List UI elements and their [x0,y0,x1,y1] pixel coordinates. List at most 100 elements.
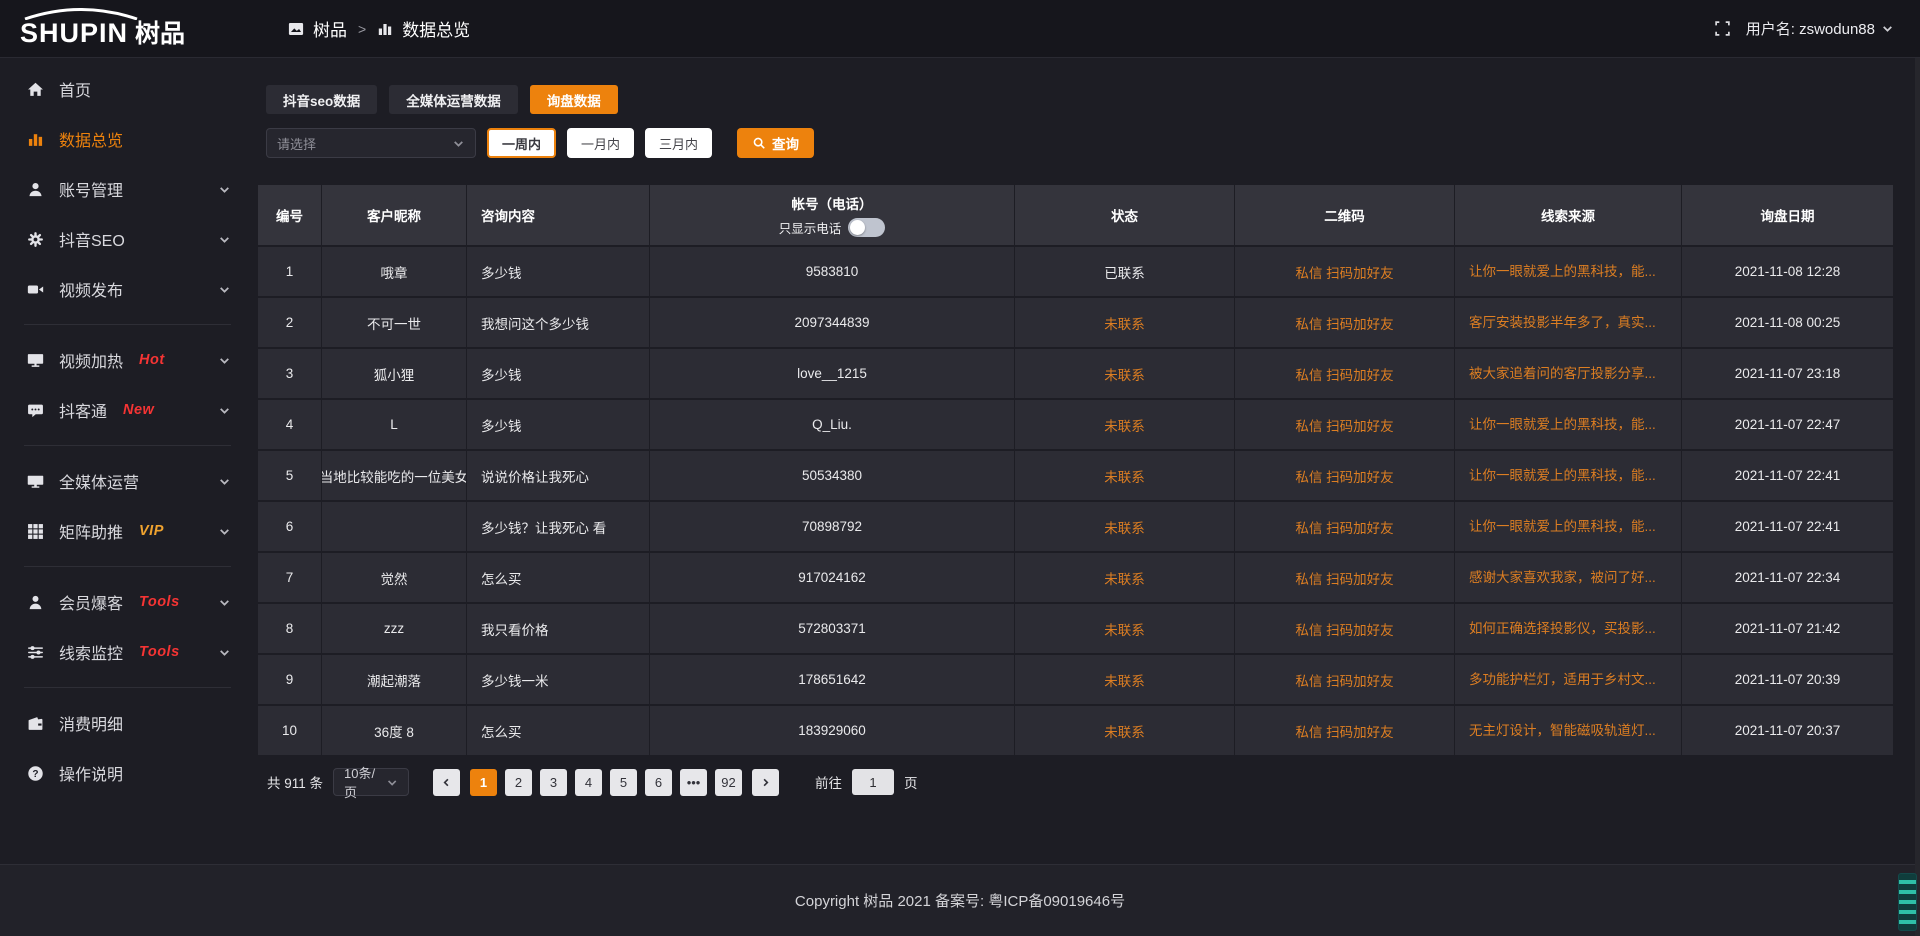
cell-source[interactable]: 让你一眼就爱上的黑科技，能... [1455,502,1682,551]
cell-source[interactable]: 让你一眼就爱上的黑科技，能... [1455,400,1682,449]
page-button-5[interactable]: 5 [610,769,637,796]
cell-nickname: 狐小狸 [322,349,467,398]
sidebar-item-media-operation[interactable]: 全媒体运营 [0,456,255,506]
page-button-2[interactable]: 2 [505,769,532,796]
question-icon: ? [27,765,44,782]
page-size-select[interactable]: 10条/页 [333,768,409,796]
cell-content: 说说价格让我死心 [467,451,650,500]
sidebar-item-matrix-boost[interactable]: 矩阵助推VIP [0,506,255,556]
page-button-6[interactable]: 6 [645,769,672,796]
col-header-content: 咨询内容 [467,185,650,245]
cell-source[interactable]: 无主灯设计，智能磁吸轨道灯... [1455,706,1682,755]
phone-toggle-label: 只显示电话 [779,218,842,237]
cell-date: 2021-11-07 22:41 [1682,451,1893,500]
sidebar-item-badge: Tools [139,594,180,610]
chevron-down-icon [452,137,465,150]
filter-select[interactable]: 请选择 [266,128,476,158]
cell-qrcode[interactable]: 私信 扫码加好友 [1235,349,1455,398]
cell-source[interactable]: 感谢大家喜欢我家，被问了好... [1455,553,1682,602]
sidebar-item-video-publish[interactable]: 视频发布 [0,264,255,314]
sidebar-item-label: 线索监控 [59,640,123,664]
breadcrumb-root[interactable]: 树品 [313,16,347,41]
table-row: 8zzz我只看价格572803371未联系私信 扫码加好友如何正确选择投影仪，买… [258,602,1893,653]
cell-date: 2021-11-07 21:42 [1682,604,1893,653]
col-header-id: 编号 [258,185,322,245]
page-ellipsis[interactable]: ••• [680,769,707,796]
goto-page-input[interactable] [852,769,894,795]
cell-account: 572803371 [650,604,1015,653]
cell-nickname: 觉然 [322,553,467,602]
tab-douyin-seo-data[interactable]: 抖音seo数据 [266,85,377,114]
cell-source[interactable]: 客厅安装投影半年多了，真实... [1455,298,1682,347]
cell-content: 怎么买 [467,706,650,755]
logo[interactable]: SHUPIN 树品 [0,10,255,47]
user-icon [27,181,44,198]
table-row: 5当地比较能吃的一位美女说说价格让我死心50534380未联系私信 扫码加好友让… [258,449,1893,500]
page-size-value: 10条/页 [344,763,386,801]
search-button[interactable]: 查询 [737,128,814,158]
cell-qrcode[interactable]: 私信 扫码加好友 [1235,247,1455,296]
sidebar-item-lead-monitor[interactable]: 线索监控Tools [0,627,255,677]
cell-qrcode[interactable]: 私信 扫码加好友 [1235,298,1455,347]
cell-source[interactable]: 让你一眼就爱上的黑科技，能... [1455,451,1682,500]
sidebar-item-douyin-seo[interactable]: 抖音SEO [0,214,255,264]
sidebar-item-help[interactable]: ?操作说明 [0,748,255,798]
cell-qrcode[interactable]: 私信 扫码加好友 [1235,400,1455,449]
cell-nickname: 不可一世 [322,298,467,347]
prev-page-button[interactable] [433,769,460,796]
page-button-3[interactable]: 3 [540,769,567,796]
page-button-92[interactable]: 92 [715,769,742,796]
user-menu[interactable]: 用户名: zswodun88 [1746,18,1894,39]
cell-qrcode[interactable]: 私信 扫码加好友 [1235,451,1455,500]
period-button-0[interactable]: 一周内 [487,128,556,158]
table-header: 编号 客户昵称 咨询内容 帐号（电话） 只显示电话 状态 二维码 线索来源 询盘… [258,185,1893,245]
sidebar-item-data-overview[interactable]: 数据总览 [0,114,255,164]
cell-source[interactable]: 如何正确选择投影仪，买投影... [1455,604,1682,653]
cell-source[interactable]: 被大家追着问的客厅投影分享... [1455,349,1682,398]
sidebar-item-account-manage[interactable]: 账号管理 [0,164,255,214]
cell-qrcode[interactable]: 私信 扫码加好友 [1235,553,1455,602]
phone-only-toggle[interactable] [848,218,885,237]
sidebar-item-member-baoke[interactable]: 会员爆客Tools [0,577,255,627]
chevron-down-icon [218,525,231,538]
sidebar-item-consume-detail[interactable]: 消费明细 [0,698,255,748]
tab-inquiry-data[interactable]: 询盘数据 [530,85,618,114]
wallet-icon [27,715,44,732]
table-row: 1036度 8怎么买183929060未联系私信 扫码加好友无主灯设计，智能磁吸… [258,704,1893,755]
cell-qrcode[interactable]: 私信 扫码加好友 [1235,604,1455,653]
sidebar-item-badge: Hot [139,352,165,368]
cell-content: 多少钱 [467,349,650,398]
cell-id: 7 [258,553,322,602]
chevron-down-icon [218,404,231,417]
chevron-down-icon [218,183,231,196]
sidebar-item-home[interactable]: 首页 [0,64,255,114]
sidebar-item-video-heat[interactable]: 视频加热Hot [0,335,255,385]
fullscreen-icon[interactable] [1714,20,1731,37]
cell-qrcode[interactable]: 私信 扫码加好友 [1235,655,1455,704]
cell-account: 917024162 [650,553,1015,602]
chevron-down-icon [386,776,398,789]
col-header-nickname: 客户昵称 [322,185,467,245]
cell-content: 我只看价格 [467,604,650,653]
cell-nickname: L [322,400,467,449]
cell-qrcode[interactable]: 私信 扫码加好友 [1235,706,1455,755]
chevron-down-icon [1881,22,1894,35]
period-button-1[interactable]: 一月内 [567,128,634,158]
page-button-1[interactable]: 1 [470,769,497,796]
cell-source[interactable]: 让你一眼就爱上的黑科技，能... [1455,247,1682,296]
cell-nickname [322,502,467,551]
cell-date: 2021-11-07 23:18 [1682,349,1893,398]
page-button-4[interactable]: 4 [575,769,602,796]
floating-widget[interactable] [1898,873,1917,931]
sidebar-item-label: 消费明细 [59,711,123,735]
tab-media-operation-data[interactable]: 全媒体运营数据 [389,85,518,114]
cell-qrcode[interactable]: 私信 扫码加好友 [1235,502,1455,551]
cell-account: 9583810 [650,247,1015,296]
sidebar-item-douketong[interactable]: 抖客通New [0,385,255,435]
next-page-button[interactable] [752,769,779,796]
cell-status: 未联系 [1015,298,1235,347]
cell-source[interactable]: 多功能护栏灯，适用于乡村文... [1455,655,1682,704]
chat-icon [27,402,44,419]
scrollbar-track[interactable] [1915,0,1920,936]
period-button-2[interactable]: 三月内 [645,128,712,158]
